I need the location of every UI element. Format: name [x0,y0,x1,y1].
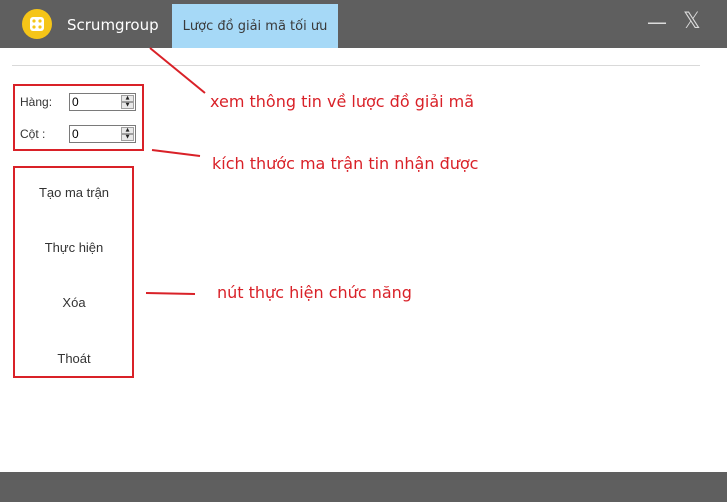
delete-button[interactable]: Xóa [16,290,132,314]
status-bar [0,472,727,502]
create-matrix-button[interactable]: Tạo ma trận [16,180,132,204]
close-button[interactable]: 𝕏 [683,11,701,33]
size-fields-highlight [13,84,144,151]
minimize-button[interactable]: — [647,12,667,32]
exit-button[interactable]: Thoát [16,346,132,370]
buttons-annotation: nút thực hiện chức năng [217,283,412,302]
size-annotation: kích thước ma trận tin nhận được [212,154,479,173]
app-brand-name: Scrumgroup [67,16,159,34]
header-divider [12,65,700,66]
tab-decoding-scheme[interactable]: Lược đồ giải mã tối ưu [172,4,338,48]
size-pointer-line [151,149,201,157]
tab-pointer-line [149,47,206,94]
tab-annotation: xem thông tin về lược đồ giải mã [210,92,475,111]
execute-button[interactable]: Thực hiện [16,235,132,259]
buttons-pointer-line [145,292,196,295]
title-bar: Scrumgroup Lược đồ giải mã tối ưu — 𝕏 [0,0,727,48]
dice-logo-icon [22,9,52,39]
